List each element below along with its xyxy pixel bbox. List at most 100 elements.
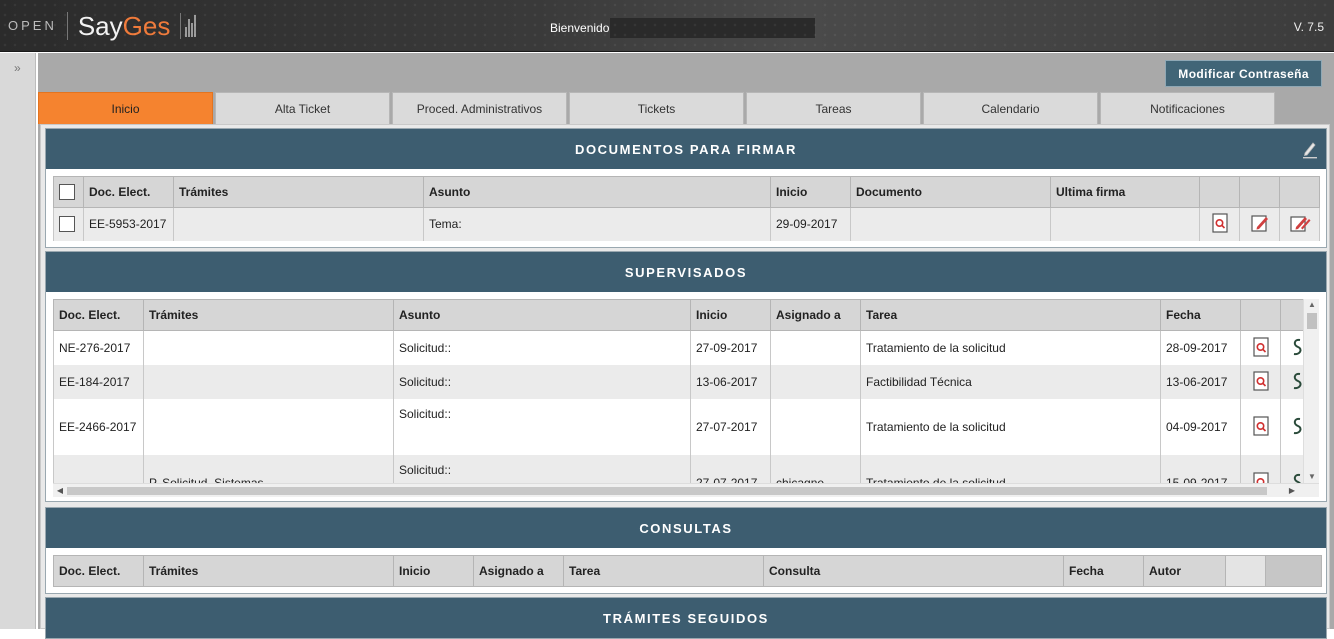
documento-cell <box>850 207 1051 241</box>
doc-cell: NE-276-2017 <box>53 330 144 365</box>
panel-title: SUPERVISADOS <box>46 252 1326 292</box>
select-all-checkbox-cell[interactable] <box>53 176 84 208</box>
supervisados-table: Doc. Elect. Trámites Asunto Inicio Asign… <box>53 299 1304 497</box>
fecha-cell: 13-06-2017 <box>1160 364 1241 399</box>
tramites-cell <box>143 364 394 399</box>
consultas-table: Doc. Elect. Trámites Inicio Asignado a T… <box>53 555 1322 587</box>
sign-document-icon[interactable] <box>1249 212 1271 234</box>
scrollbar-thumb[interactable] <box>67 487 1267 495</box>
column-header[interactable]: Documento <box>850 176 1051 208</box>
row-checkbox[interactable] <box>59 216 75 233</box>
column-header <box>1199 176 1240 208</box>
inicio-cell: 27-07-2017 <box>690 398 771 455</box>
view-document-icon[interactable] <box>1209 212 1231 234</box>
panel-consultas: CONSULTAS Doc. Elect. Trámites Inicio As… <box>45 507 1327 594</box>
column-header[interactable]: Doc. Elect. <box>53 299 144 331</box>
documentos-table: Doc. Elect. Trámites Asunto Inicio Docum… <box>53 176 1320 241</box>
column-header[interactable]: Doc. Elect. <box>53 555 144 587</box>
welcome-text: Bienvenido <box>550 21 610 35</box>
column-header[interactable]: Trámites <box>143 299 394 331</box>
column-header[interactable]: Doc. Elect. <box>83 176 174 208</box>
tab-inicio[interactable]: Inicio <box>38 92 213 124</box>
doc-cell: EE-5953-2017 <box>83 207 174 241</box>
column-header[interactable]: Fecha <box>1063 555 1144 587</box>
panel-title: CONSULTAS <box>46 508 1326 548</box>
ultima-firma-cell <box>1050 207 1200 241</box>
view-document-icon[interactable] <box>1250 370 1272 392</box>
table-row[interactable]: EE-5953-2017 Tema: 29-09-2017 <box>53 207 1320 241</box>
column-header <box>1280 299 1304 331</box>
change-password-button[interactable]: Modificar Contraseña <box>1165 60 1322 87</box>
column-header[interactable]: Inicio <box>393 555 474 587</box>
column-header[interactable]: Trámites <box>173 176 424 208</box>
column-header[interactable]: Asignado a <box>770 299 861 331</box>
column-header[interactable]: Tarea <box>563 555 764 587</box>
panel-title: DOCUMENTOS PARA FIRMAR <box>46 129 1326 169</box>
double-chevron-right-icon[interactable]: » <box>14 61 21 75</box>
table-row[interactable]: EE-184-2017 Solicitud:: 13-06-2017 Facti… <box>53 364 1304 399</box>
column-header[interactable]: Consulta <box>763 555 1064 587</box>
panel-tramites-seguidos: TRÁMITES SEGUIDOS <box>45 597 1327 639</box>
scroll-left-icon[interactable]: ◀ <box>53 484 67 497</box>
inicio-cell: 29-09-2017 <box>770 207 851 241</box>
table-row[interactable]: EE-2466-2017 Solicitud:: 27-07-2017 Trat… <box>53 398 1304 455</box>
app-header: OPEN SayGes Bienvenido V. 7.5 <box>0 0 1334 52</box>
panel-title: TRÁMITES SEGUIDOS <box>46 598 1326 638</box>
pencil-icon[interactable] <box>1302 139 1318 159</box>
column-header[interactable]: Trámites <box>143 555 394 587</box>
inicio-cell: 27-09-2017 <box>690 330 771 365</box>
horizontal-scrollbar[interactable]: ◀ ▶ <box>53 483 1319 497</box>
scroll-down-icon[interactable]: ▼ <box>1304 471 1319 483</box>
asunto-cell: Solicitud:: <box>393 364 691 399</box>
user-name-bar <box>610 18 815 38</box>
column-header <box>1239 176 1280 208</box>
tarea-cell: Tratamiento de la solicitud <box>860 330 1161 365</box>
asunto-cell: Solicitud:: <box>393 330 691 365</box>
asignado-cell <box>770 364 861 399</box>
sign-multiple-icon[interactable] <box>1289 212 1311 234</box>
column-header[interactable]: Asunto <box>423 176 771 208</box>
column-header[interactable]: Asunto <box>393 299 691 331</box>
scroll-up-icon[interactable]: ▲ <box>1304 299 1319 311</box>
tarea-cell: Tratamiento de la solicitud <box>860 398 1161 455</box>
logo-sayges-text: SayGes <box>77 10 171 41</box>
select-all-checkbox[interactable] <box>59 184 75 200</box>
app-logo[interactable]: OPEN SayGes <box>8 6 197 46</box>
collapsed-sidebar: » <box>0 53 36 629</box>
main-tabs: Inicio Alta Ticket Proced. Administrativ… <box>38 92 1277 124</box>
main-area: Modificar Contraseña Inicio Alta Ticket … <box>38 53 1334 639</box>
column-header[interactable]: Tarea <box>860 299 1161 331</box>
tab-calendario[interactable]: Calendario <box>923 92 1098 124</box>
scroll-right-icon[interactable]: ▶ <box>1285 484 1299 497</box>
doc-cell: EE-2466-2017 <box>53 398 144 455</box>
inicio-cell: 13-06-2017 <box>690 364 771 399</box>
column-header[interactable]: Inicio <box>690 299 771 331</box>
column-header[interactable]: Ultima firma <box>1050 176 1200 208</box>
column-header[interactable]: Autor <box>1143 555 1226 587</box>
vertical-scrollbar[interactable]: ▲ ▼ <box>1303 299 1319 483</box>
supervisados-scroll-area[interactable]: Doc. Elect. Trámites Asunto Inicio Asign… <box>53 299 1319 497</box>
tramites-cell <box>143 330 394 365</box>
column-header[interactable]: Asignado a <box>473 555 564 587</box>
scrollbar-thumb[interactable] <box>1307 313 1317 329</box>
panel-documentos-para-firmar: DOCUMENTOS PARA FIRMAR Doc. Elect. Trámi… <box>45 128 1327 248</box>
tramites-cell <box>143 398 394 455</box>
column-header[interactable]: Inicio <box>770 176 851 208</box>
table-row[interactable]: NE-276-2017 Solicitud:: 27-09-2017 Trata… <box>53 330 1304 365</box>
tab-tickets[interactable]: Tickets <box>569 92 744 124</box>
tab-notificaciones[interactable]: Notificaciones <box>1100 92 1275 124</box>
asunto-cell: Solicitud:: <box>393 398 691 455</box>
column-header <box>1265 555 1322 587</box>
column-header <box>1279 176 1320 208</box>
asignado-cell <box>770 398 861 455</box>
view-document-icon[interactable] <box>1250 336 1272 358</box>
version-label: V. 7.5 <box>1293 20 1324 34</box>
tab-alta-ticket[interactable]: Alta Ticket <box>215 92 390 124</box>
fecha-cell: 04-09-2017 <box>1160 398 1241 455</box>
column-header[interactable]: Fecha <box>1160 299 1241 331</box>
tab-tareas[interactable]: Tareas <box>746 92 921 124</box>
view-document-icon[interactable] <box>1250 415 1272 437</box>
tab-proced-administrativos[interactable]: Proced. Administrativos <box>392 92 567 124</box>
column-header <box>1240 299 1281 331</box>
doc-cell: EE-184-2017 <box>53 364 144 399</box>
